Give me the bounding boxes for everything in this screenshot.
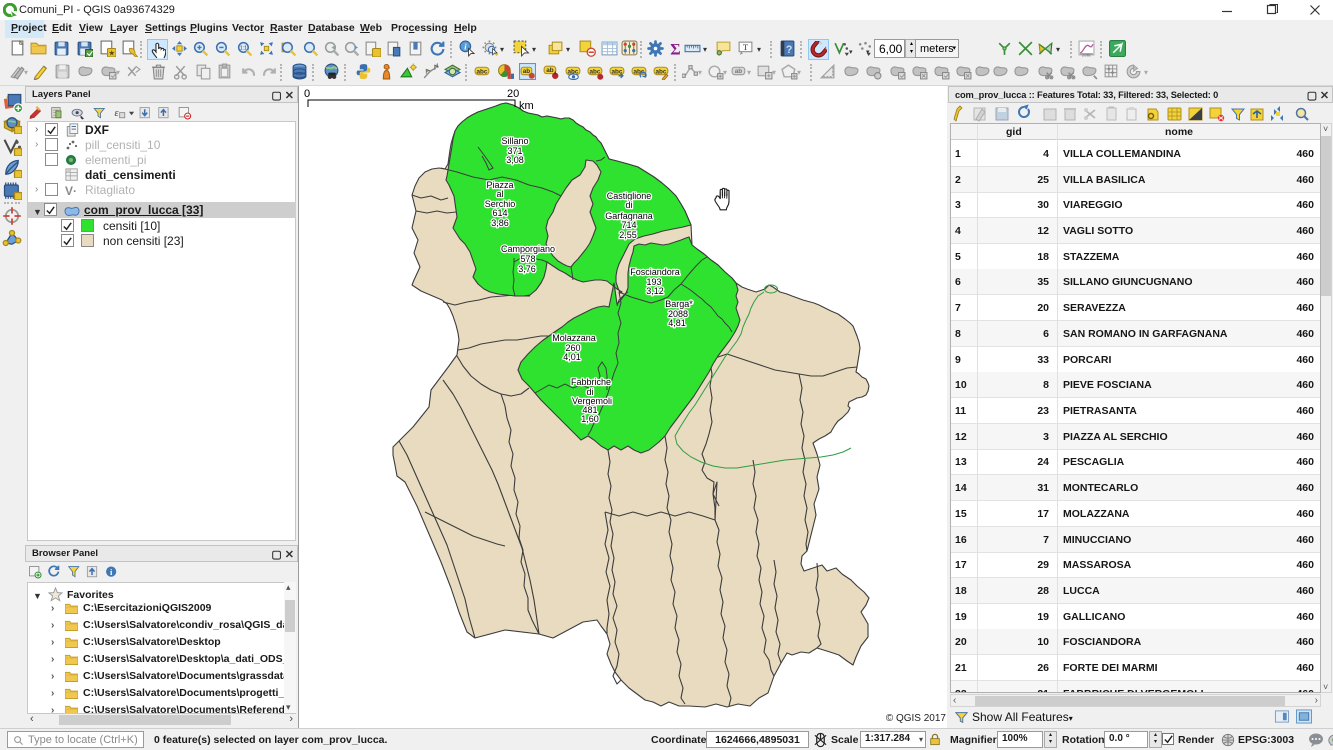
svg-text:ab: ab [523,68,531,75]
svg-text:Barga*: Barga* [665,299,693,309]
svg-text:abc: abc [476,69,487,76]
svg-text:Fosciandora: Fosciandora [630,267,680,277]
svg-text:4,01: 4,01 [563,352,581,362]
svg-text:1: 1 [436,63,439,69]
svg-text:1,60: 1,60 [581,414,599,424]
svg-text:© QGIS 2017: © QGIS 2017 [886,713,947,724]
svg-text:2,55: 2,55 [619,230,637,240]
svg-text:614: 614 [492,208,507,218]
svg-text:0: 0 [304,88,310,100]
svg-text:★: ★ [108,48,115,57]
svg-text:1:1: 1:1 [240,46,247,52]
svg-text:20: 20 [507,88,519,100]
svg-text:3,86: 3,86 [491,218,509,228]
svg-text:Molazzana: Molazzana [552,333,596,343]
svg-text:T: T [743,42,749,52]
svg-text:?: ? [786,44,792,56]
svg-text:km: km [519,100,534,112]
svg-text:abc: abc [655,69,666,76]
svg-text:4,81: 4,81 [668,318,686,328]
svg-text:Camporgiano: Camporgiano [501,244,555,254]
svg-text:Fabbriche: Fabbriche [571,377,611,387]
svg-text:ab: ab [735,68,743,75]
svg-text:di: di [625,200,632,210]
svg-text:al: al [496,189,503,199]
svg-text:714: 714 [621,220,636,230]
svg-text:578: 578 [520,254,535,264]
svg-text:Σ: Σ [670,41,680,57]
svg-text:ε: ε [115,108,119,119]
svg-text:profile: profile [1082,53,1091,57]
svg-text:3,12: 3,12 [646,286,664,296]
svg-text:3,08: 3,08 [506,155,524,165]
svg-text:ab: ab [546,67,554,74]
svg-text:Sillano: Sillano [501,136,528,146]
svg-text:3,76: 3,76 [518,264,536,274]
